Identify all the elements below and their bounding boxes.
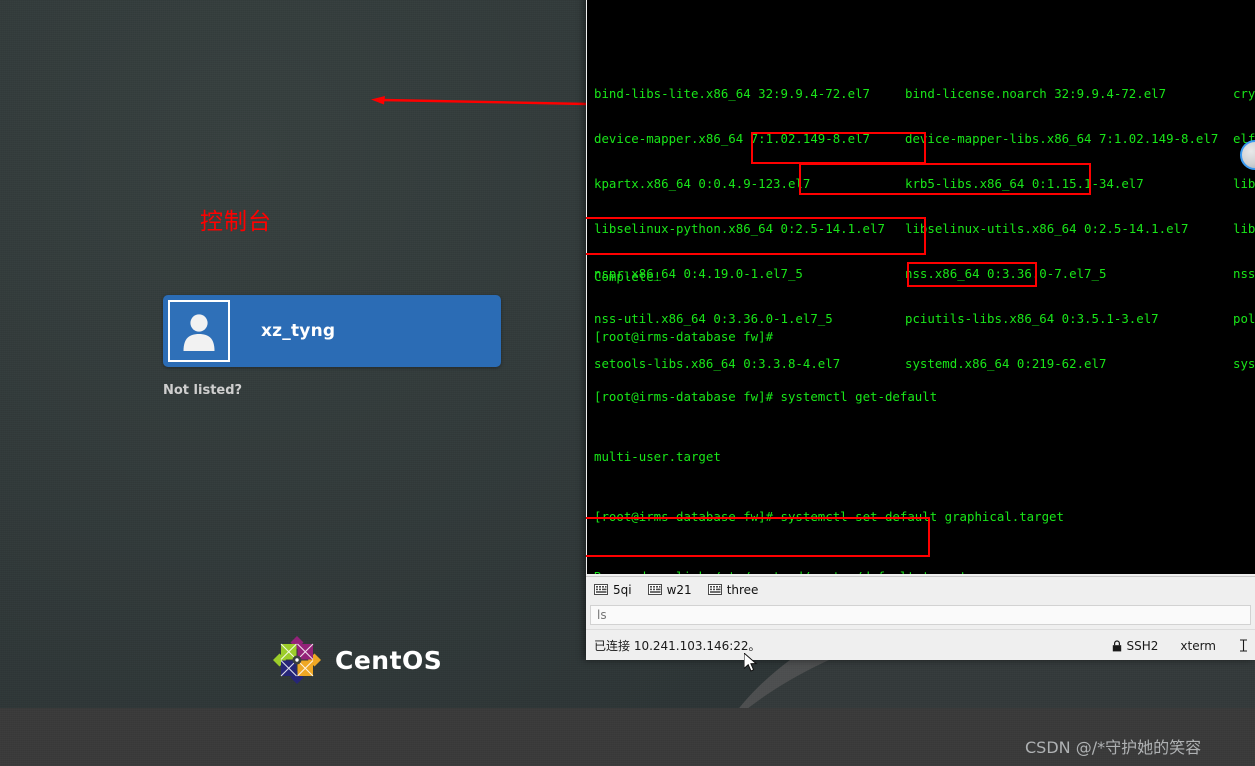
xshell-window: bind-libs-lite.x86_64 32:9.9.4-72.el7 de… — [586, 0, 1255, 660]
package-item: kpartx.x86_64 0:0.4.9-123.el7 — [594, 176, 811, 191]
package-item: bind-libs-lite.x86_64 32:9.9.4-72.el7 — [594, 86, 871, 101]
package-list-region: bind-libs-lite.x86_64 32:9.9.4-72.el7 de… — [587, 56, 1255, 371]
package-item: libs — [1233, 221, 1255, 236]
terminal-viewport[interactable]: bind-libs-lite.x86_64 32:9.9.4-72.el7 de… — [586, 0, 1255, 576]
tab-label: w21 — [666, 582, 692, 597]
console-annotation-label: 控制台 — [200, 209, 272, 235]
tab-5qi[interactable]: 5qi — [594, 583, 632, 597]
package-item: libselinux-utils.x86_64 0:2.5-14.1.el7 — [905, 221, 1189, 236]
command-input[interactable] — [590, 605, 1251, 625]
package-item: cry — [1233, 86, 1255, 101]
package-item: systemd.x86_64 0:219-62.el7 — [905, 356, 1107, 371]
status-extra[interactable] — [1238, 639, 1249, 652]
terminal-line: [root@irms-database fw]# systemctl set-d… — [587, 509, 1255, 524]
red-left-arrow-icon — [371, 96, 587, 106]
centos-logo-icon — [273, 636, 321, 684]
status-emulation[interactable]: xterm — [1180, 639, 1216, 653]
package-item: pol — [1233, 311, 1255, 326]
package-item: nss.x86_64 0:3.36.0-7.el7_5 — [905, 266, 1107, 281]
shell-prompt: [root@irms-database fw]# — [594, 509, 774, 524]
cursor-shape-icon — [1240, 639, 1247, 652]
output-multi-user-target: multi-user.target — [594, 449, 721, 464]
tab-label: 5qi — [613, 582, 632, 597]
package-item: sys — [1233, 356, 1255, 371]
screen-root: 控制台 xz_tyng Not listed? CentOS bind-libs… — [0, 0, 1255, 766]
package-item: lib — [1233, 176, 1255, 191]
terminal-tab-icon — [647, 584, 662, 595]
package-column-2: bind-license.noarch 32:9.9.4-72.el7 devi… — [905, 56, 1218, 401]
package-column-3: cry elf lib libs nss- pol sys — [1233, 56, 1255, 401]
output-removed-symlink: Removed symlink /etc/systemd/system/defa… — [587, 569, 1255, 574]
user-login-tile[interactable]: xz_tyng — [163, 295, 501, 367]
status-bar: 已连接 10.241.103.146:22。 SSH2 xterm — [586, 629, 1255, 660]
terminal-screen[interactable]: bind-libs-lite.x86_64 32:9.9.4-72.el7 de… — [587, 0, 1255, 574]
package-item: device-mapper.x86_64 7:1.02.149-8.el7 — [594, 131, 871, 146]
user-name-label: xz_tyng — [261, 321, 336, 341]
package-item: nss-util.x86_64 0:3.36.0-1.el7_5 — [594, 311, 833, 326]
package-item: setools-libs.x86_64 0:3.3.8-4.el7 — [594, 356, 841, 371]
tab-three[interactable]: three — [707, 582, 759, 597]
terminal-tab-icon — [707, 584, 722, 595]
centos-brand: CentOS — [272, 635, 442, 685]
emulation-label: xterm — [1180, 638, 1216, 653]
csdn-watermark: CSDN @/*守护她的笑容 — [1025, 738, 1202, 757]
package-item: bind-license.noarch 32:9.9.4-72.el7 — [905, 86, 1167, 101]
status-protocol[interactable]: SSH2 — [1112, 639, 1158, 653]
package-item: nspr.x86_64 0:4.19.0-1.el7_5 — [594, 266, 803, 281]
centos-wordmark: CentOS — [335, 645, 443, 675]
command-text: systemctl set-default graphical.target — [773, 509, 1064, 524]
package-item: krb5-libs.x86_64 0:1.15.1-34.el7 — [905, 176, 1144, 191]
user-avatar-icon — [168, 300, 230, 362]
terminal-tab-icon — [594, 584, 608, 595]
tab-label: three — [726, 582, 759, 597]
tab-w21[interactable]: w21 — [647, 582, 692, 597]
not-listed-link[interactable]: Not listed? — [163, 383, 242, 398]
lock-icon — [1113, 639, 1122, 651]
protocol-label: SSH2 — [1126, 638, 1159, 653]
terminal-tab-strip: 5qi w21 three — [586, 576, 1255, 602]
package-item: nss- — [1233, 266, 1255, 281]
mouse-cursor-icon — [744, 653, 758, 672]
package-item: pciutils-libs.x86_64 0:3.5.1-3.el7 — [905, 311, 1159, 326]
command-input-bar — [586, 601, 1255, 629]
package-item: device-mapper-libs.x86_64 7:1.02.149-8.e… — [905, 131, 1219, 146]
package-column-1: bind-libs-lite.x86_64 32:9.9.4-72.el7 de… — [594, 56, 885, 401]
connection-status-text: 已连接 10.241.103.146:22。 — [594, 639, 761, 653]
package-item: libselinux-python.x86_64 0:2.5-14.1.el7 — [594, 221, 885, 236]
